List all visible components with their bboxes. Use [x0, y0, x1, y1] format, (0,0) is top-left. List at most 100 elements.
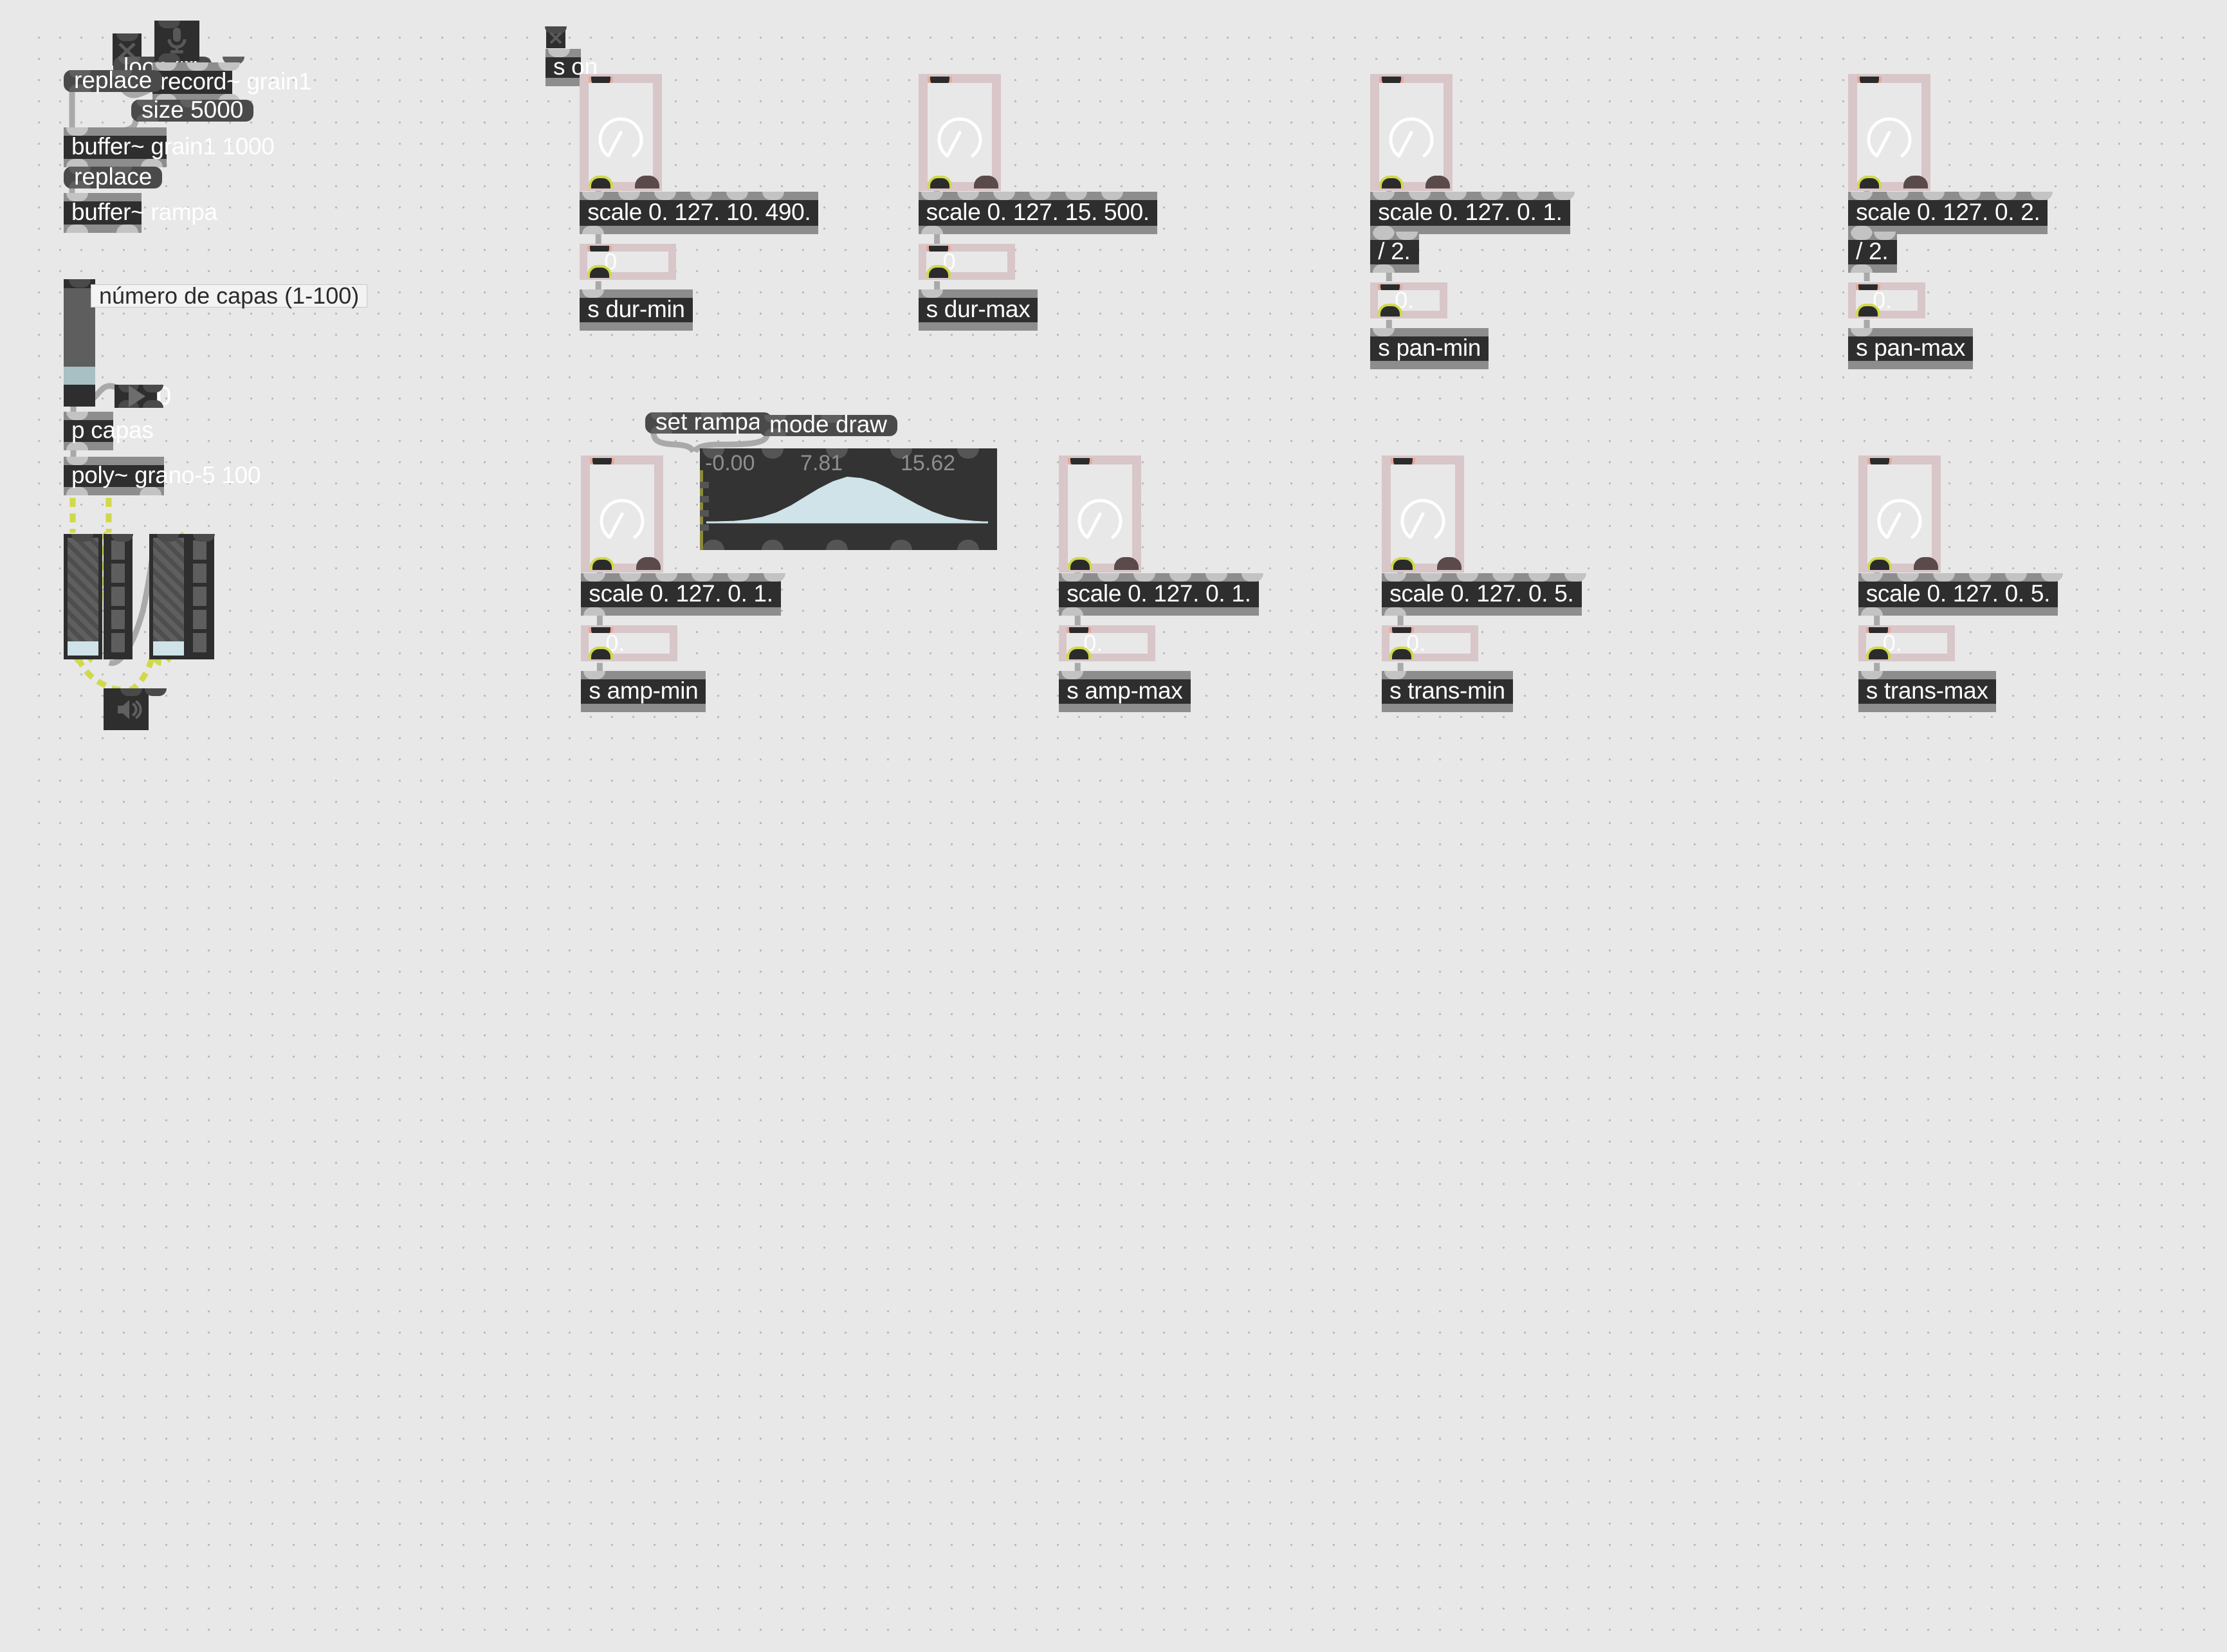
dial-face[interactable] — [590, 464, 655, 564]
scale-outlet-rail — [1858, 607, 2058, 616]
dial-face[interactable] — [1379, 83, 1444, 183]
mode-draw-message[interactable]: mode draw — [759, 411, 898, 437]
number-box-pan-max[interactable]: 0. — [1848, 282, 1926, 319]
dial-outlet — [927, 176, 952, 189]
send-object-pan-max[interactable]: s pan-max — [1848, 328, 1974, 370]
send-outlet-rail — [580, 322, 693, 331]
send-outlet-rail — [1382, 704, 1513, 713]
divide-object-pan-max[interactable]: / 2. — [1848, 232, 1898, 273]
dial-outlet-2 — [635, 176, 660, 189]
scale-object-amp-max[interactable]: scale 0. 127. 0. 1. — [1059, 573, 1264, 616]
dial-outlet — [1379, 176, 1404, 189]
dial-face[interactable] — [927, 83, 992, 183]
number-box-dur-min[interactable]: 0 — [580, 244, 677, 280]
send-outlet-rail — [918, 322, 1038, 331]
scale-outlet-0 — [583, 607, 606, 616]
divide-object-label: / 2. — [1856, 237, 1889, 264]
divide-outlet-0 — [1373, 264, 1395, 273]
number-box-amp-max[interactable]: 0. — [1059, 625, 1156, 662]
send-object-label: s trans-min — [1389, 677, 1505, 704]
dial-pan-min[interactable] — [1370, 74, 1453, 192]
scale-object-label: scale 0. 127. 0. 5. — [1865, 580, 2051, 607]
send-object-label: s trans-max — [1865, 677, 1988, 704]
dial-face[interactable] — [1391, 464, 1456, 564]
dial-arc — [1389, 117, 1434, 158]
dial-amp-max[interactable] — [1059, 455, 1142, 573]
number-box-trans-max[interactable]: 0. — [1858, 625, 1955, 662]
dial-arc — [600, 499, 645, 539]
scale-object-dur-max[interactable]: scale 0. 127. 15. 500. — [918, 192, 1157, 235]
send-object-label: s pan-max — [1856, 334, 1966, 361]
dial-pan-max[interactable] — [1848, 74, 1931, 192]
mode-draw-label: mode draw — [769, 411, 888, 437]
number-box-amp-min[interactable]: 0. — [581, 625, 678, 662]
dial-arc — [1867, 117, 1912, 158]
send-object-dur-min[interactable]: s dur-min — [580, 289, 693, 331]
scale-object-amp-min[interactable]: scale 0. 127. 0. 1. — [581, 573, 786, 616]
dial-outlet-2 — [1425, 176, 1451, 189]
send-object-dur-max[interactable]: s dur-max — [918, 289, 1038, 331]
waveform-path — [706, 476, 989, 524]
buffer-waveform-display[interactable]: -0.00 7.81 15.62 — [700, 448, 997, 550]
dial-outlet — [1867, 557, 1892, 571]
scale-object-label: scale 0. 127. 0. 1. — [1067, 580, 1251, 607]
dial-arc — [937, 117, 982, 158]
divide-outlet-rail — [1370, 264, 1420, 273]
set-rampa-message[interactable]: set rampa — [645, 410, 772, 434]
numbox-outlet — [587, 265, 612, 279]
dial-arc — [1077, 499, 1123, 539]
dial-outlet-2 — [973, 176, 998, 189]
dial-face[interactable] — [1857, 83, 1922, 183]
dial-dur-min[interactable] — [580, 74, 663, 192]
scale-object-label: scale 0. 127. 15. 500. — [926, 198, 1150, 225]
dial-trans-max[interactable] — [1858, 455, 1941, 573]
scale-object-dur-min[interactable]: scale 0. 127. 10. 490. — [580, 192, 819, 235]
scale-object-label: scale 0. 127. 0. 5. — [1389, 580, 1574, 607]
divide-outlet-rail — [1848, 264, 1898, 273]
dial-trans-min[interactable] — [1382, 455, 1465, 573]
send-object-trans-min[interactable]: s trans-min — [1382, 671, 1513, 713]
scale-object-trans-max[interactable]: scale 0. 127. 0. 5. — [1858, 573, 2063, 616]
number-box-trans-min[interactable]: 0. — [1382, 625, 1479, 662]
number-box-pan-min[interactable]: 0. — [1370, 282, 1448, 319]
dial-outlet — [1857, 176, 1882, 189]
scale-object-label: scale 0. 127. 0. 1. — [589, 580, 773, 607]
dial-arc — [598, 117, 643, 158]
numbox-outlet — [589, 647, 614, 660]
dial-face[interactable] — [1068, 464, 1133, 564]
send-object-amp-max[interactable]: s amp-max — [1059, 671, 1191, 713]
dial-outlet — [1391, 557, 1416, 571]
scale-outlet-rail — [580, 226, 819, 235]
dial-outlet-2 — [1913, 557, 1938, 571]
dial-dur-max[interactable] — [918, 74, 1001, 192]
send-object-pan-min[interactable]: s pan-min — [1370, 328, 1489, 370]
numbox-outlet — [1067, 647, 1092, 660]
scale-outlet-rail — [1382, 607, 1582, 616]
max-patcher-window: loop $1 record~ grain1 size 5000 — [0, 0, 2227, 1652]
dial-arc — [1877, 499, 1922, 539]
scale-object-trans-min[interactable]: scale 0. 127. 0. 5. — [1382, 573, 1587, 616]
send-outlet-rail — [1059, 704, 1191, 713]
scale-outlet-0 — [1384, 607, 1407, 616]
divide-object-pan-min[interactable]: / 2. — [1370, 232, 1420, 273]
scale-outlet-0 — [921, 226, 943, 235]
dial-outlet — [1068, 557, 1093, 571]
send-object-trans-max[interactable]: s trans-max — [1858, 671, 1996, 713]
dial-amp-min[interactable] — [581, 455, 664, 573]
send-object-label: s dur-min — [587, 295, 685, 322]
scale-object-pan-max[interactable]: scale 0. 127. 0. 2. — [1848, 192, 2053, 235]
dial-arc — [1400, 499, 1445, 539]
dial-face[interactable] — [1867, 464, 1932, 564]
number-box-dur-max[interactable]: 0 — [918, 244, 1015, 280]
send-object-label: s dur-max — [926, 295, 1031, 322]
scale-object-pan-min[interactable]: scale 0. 127. 0. 1. — [1370, 192, 1575, 235]
send-outlet-rail — [1370, 361, 1489, 370]
scale-outlet-0 — [1860, 607, 1883, 616]
dial-face[interactable] — [589, 83, 654, 183]
send-object-amp-min[interactable]: s amp-min — [581, 671, 706, 713]
scale-outlet-rail — [581, 607, 781, 616]
send-object-label: s pan-min — [1378, 334, 1481, 361]
numbox-outlet — [1389, 647, 1415, 660]
dial-outlet-2 — [1114, 557, 1139, 571]
scale-outlet-0 — [582, 226, 605, 235]
